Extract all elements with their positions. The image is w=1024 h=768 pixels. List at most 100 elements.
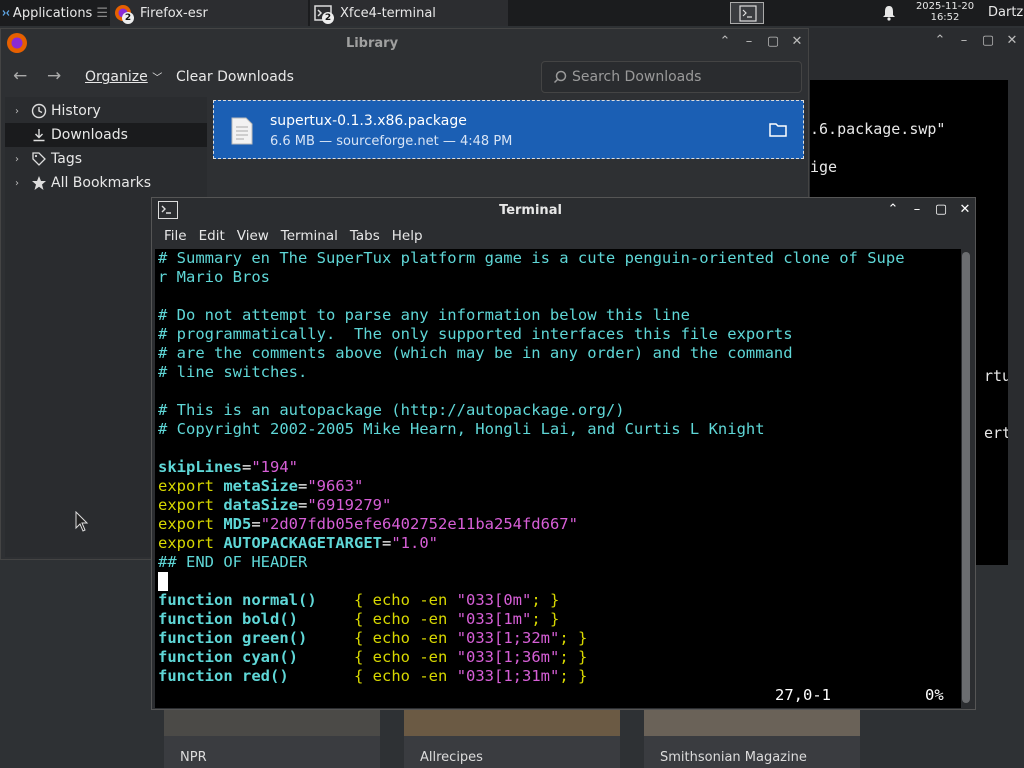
search-downloads-input[interactable]: Search Downloads xyxy=(541,61,802,93)
escape-string: "033[1;31m" xyxy=(456,667,560,685)
download-item[interactable]: supertux-0.1.3.x86.package 6.6 MB — sour… xyxy=(213,100,804,159)
applications-menu-button[interactable]: Applications ☰ xyxy=(0,0,108,26)
tile-npr[interactable]: NPR xyxy=(164,706,380,768)
terminal-minimize-icon[interactable]: – xyxy=(909,202,925,218)
echo-flag: -en xyxy=(419,667,448,685)
panel-clock[interactable]: 2025-11-20 16:52 xyxy=(908,1,982,23)
terminal-window[interactable]: Terminal ⌃ – ▢ ✕ File Edit View Terminal… xyxy=(151,197,976,710)
tile-allrecipes[interactable]: Allrecipes xyxy=(404,706,620,768)
var-name: metaSize xyxy=(223,477,298,495)
terminal-title: Terminal xyxy=(499,203,562,218)
menu-help[interactable]: Help xyxy=(392,224,423,248)
expand-arrow-icon[interactable]: › xyxy=(5,178,29,189)
library-title: Library xyxy=(345,36,399,51)
library-titlebar[interactable]: Library ⌃ – ▢ ✕ xyxy=(1,29,808,57)
sidebar-item-all-bookmarks[interactable]: › All Bookmarks xyxy=(5,171,207,195)
workspace-switcher[interactable] xyxy=(730,2,764,24)
folder-icon[interactable] xyxy=(768,121,788,139)
expand-arrow-icon[interactable]: › xyxy=(5,154,29,165)
mouse-pointer-icon xyxy=(75,511,89,532)
taskbar-firefox[interactable]: 2 Firefox-esr xyxy=(110,0,308,26)
library-shade-icon[interactable]: ⌃ xyxy=(717,34,733,50)
terminal-line: function green() { echo -en "033[1;32m";… xyxy=(158,629,587,648)
chevron-down-icon: ﹀ xyxy=(152,73,163,84)
terminal-line: # Copyright 2002-2005 Mike Hearn, Hongli… xyxy=(158,420,765,438)
menu-terminal[interactable]: Terminal xyxy=(281,224,338,248)
text-cursor xyxy=(158,572,168,591)
export-keyword: export xyxy=(158,496,214,514)
var-value: "2d07fdb05efe6402752e11ba254fd667" xyxy=(260,515,578,533)
back-arrow-icon[interactable]: ← xyxy=(13,66,27,86)
terminal-scrollbar[interactable] xyxy=(962,252,970,703)
terminal-line: function red() { echo -en "033[1;31m"; } xyxy=(158,667,587,686)
echo-command: { echo xyxy=(353,591,410,609)
terminal-line: # This is an autopackage (http://autopac… xyxy=(158,401,625,419)
applications-menu-icon: ☰ xyxy=(96,5,108,21)
menu-view[interactable]: View xyxy=(237,224,269,248)
file-icon xyxy=(231,117,253,145)
bg-restore-icon[interactable]: ▢ xyxy=(980,33,996,49)
export-keyword: export xyxy=(158,534,214,552)
search-placeholder: Search Downloads xyxy=(572,69,702,85)
echo-flag: -en xyxy=(419,610,448,628)
echo-command: { echo xyxy=(354,629,410,647)
var-name: AUTOPACKAGETARGET xyxy=(223,534,382,552)
clear-downloads-button[interactable]: Clear Downloads xyxy=(176,69,294,85)
library-minimize-icon[interactable]: – xyxy=(741,34,757,50)
terminal-line: export AUTOPACKAGETARGET="1.0" xyxy=(158,534,438,552)
tile-smithsonian[interactable]: Smithsonian Magazine xyxy=(644,706,860,768)
sidebar-item-label: History xyxy=(51,103,101,119)
line-tail: ; } xyxy=(531,610,560,628)
library-maximize-icon[interactable]: ▢ xyxy=(765,34,781,50)
taskbar-terminal[interactable]: 2 Xfce4-terminal xyxy=(310,0,508,26)
sidebar-item-label: Downloads xyxy=(51,127,128,143)
terminal-line: function cyan() { echo -en "033[1;36m"; … xyxy=(158,648,587,667)
terminal-line: function bold() { echo -en "033[1m"; } xyxy=(158,610,559,629)
tile-label: NPR xyxy=(180,750,207,765)
var-value: "6919279" xyxy=(307,496,392,514)
organize-button[interactable]: Organize ﹀ xyxy=(85,69,162,85)
download-filename: supertux-0.1.3.x86.package xyxy=(270,113,467,129)
terminal-maximize-icon[interactable]: ▢ xyxy=(933,202,949,218)
forward-arrow-icon[interactable]: → xyxy=(47,66,61,86)
function-name: green() xyxy=(242,629,308,647)
expand-arrow-icon[interactable]: › xyxy=(5,106,29,117)
line-tail: ; } xyxy=(559,629,588,647)
function-keyword: function xyxy=(158,648,233,666)
library-close-icon[interactable]: ✕ xyxy=(789,34,805,50)
sidebar-item-downloads[interactable]: Downloads xyxy=(5,123,207,147)
user-menu[interactable]: Dartz xyxy=(988,0,1023,26)
echo-flag: -en xyxy=(419,591,448,609)
line-tail: ; } xyxy=(531,591,560,609)
terminal-line: # are the comments above (which may be i… xyxy=(158,344,793,362)
escape-string: "033[1m" xyxy=(456,610,532,628)
bg-maximize-up-icon[interactable]: ⌃ xyxy=(932,33,948,49)
terminal-menubar: File Edit View Terminal Tabs Help xyxy=(152,224,975,248)
bg-minimize-icon[interactable]: – xyxy=(956,33,972,49)
terminal-shade-icon[interactable]: ⌃ xyxy=(885,202,901,218)
taskbar-firefox-count: 2 xyxy=(122,12,134,24)
menu-edit[interactable]: Edit xyxy=(199,224,225,248)
terminal-line: function normal() { echo -en "033[0m"; } xyxy=(158,591,559,610)
terminal-close-icon[interactable]: ✕ xyxy=(957,202,973,218)
export-keyword: export xyxy=(158,515,214,533)
terminal-line: # line switches. xyxy=(158,363,308,381)
sidebar-item-label: Tags xyxy=(51,151,82,167)
echo-command: { echo xyxy=(354,667,410,685)
menu-tabs[interactable]: Tabs xyxy=(350,224,380,248)
clock-icon xyxy=(29,101,49,121)
function-keyword: function xyxy=(158,629,233,647)
function-keyword: function xyxy=(158,610,233,628)
terminal-line: # Summary en The SuperTux platform game … xyxy=(158,249,905,267)
echo-command: { echo xyxy=(354,610,410,628)
bg-close-icon[interactable]: ✕ xyxy=(1004,33,1020,49)
bg-line: .6.package.swp" xyxy=(810,120,946,138)
sidebar-item-history[interactable]: › History xyxy=(5,99,207,123)
menu-file[interactable]: File xyxy=(164,224,187,248)
terminal-output[interactable]: # Summary en The SuperTux platform game … xyxy=(155,249,961,708)
notification-bell-icon[interactable] xyxy=(880,4,898,22)
terminal-titlebar[interactable]: Terminal ⌃ – ▢ ✕ xyxy=(152,198,975,224)
sidebar-item-tags[interactable]: › Tags xyxy=(5,147,207,171)
